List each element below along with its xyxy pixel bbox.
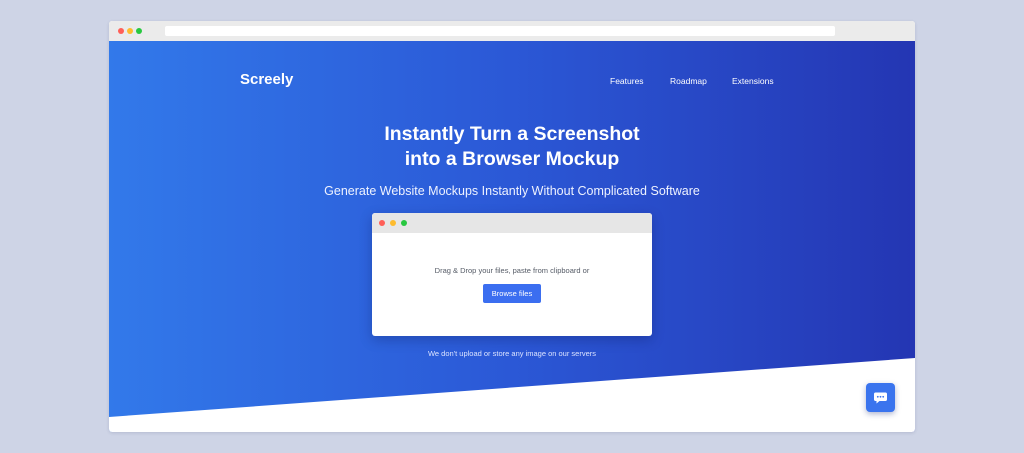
chat-bubble-icon [874, 392, 887, 404]
hero-subheadline: Generate Website Mockups Instantly Witho… [324, 184, 700, 198]
window-minimize-dot[interactable] [127, 28, 133, 34]
nav-extensions-link[interactable]: Extensions [732, 77, 774, 86]
mockup-maximize-dot [401, 220, 407, 226]
nav-features-link[interactable]: Features [610, 77, 644, 86]
address-bar[interactable] [165, 26, 835, 36]
window-maximize-dot[interactable] [136, 28, 142, 34]
mockup-close-dot [379, 220, 385, 226]
nav-roadmap-link[interactable]: Roadmap [670, 77, 707, 86]
privacy-note: We don't upload or store any image on ou… [427, 349, 597, 358]
file-drop-zone[interactable]: Drag & Drop your files, paste from clipb… [372, 213, 652, 336]
hero-section: Screely Features Roadmap Extensions Inst… [109, 41, 915, 432]
hero-headline-line-1: Instantly Turn a Screenshot [384, 123, 640, 145]
browse-files-button[interactable]: Browse files [483, 284, 541, 303]
hero-headline: Instantly Turn a Screenshot into a Brows… [109, 122, 915, 172]
browser-window: Screely Features Roadmap Extensions Inst… [109, 21, 915, 432]
drop-instruction: Drag & Drop your files, paste from clipb… [434, 266, 590, 275]
mockup-minimize-dot [390, 220, 396, 226]
mockup-window-toolbar [372, 213, 652, 233]
window-close-dot[interactable] [118, 28, 124, 34]
hero-headline-line-2: into a Browser Mockup [404, 148, 620, 170]
brand-logo[interactable]: Screely [240, 72, 293, 87]
chat-widget-button[interactable] [866, 383, 895, 412]
browser-toolbar [109, 21, 915, 41]
